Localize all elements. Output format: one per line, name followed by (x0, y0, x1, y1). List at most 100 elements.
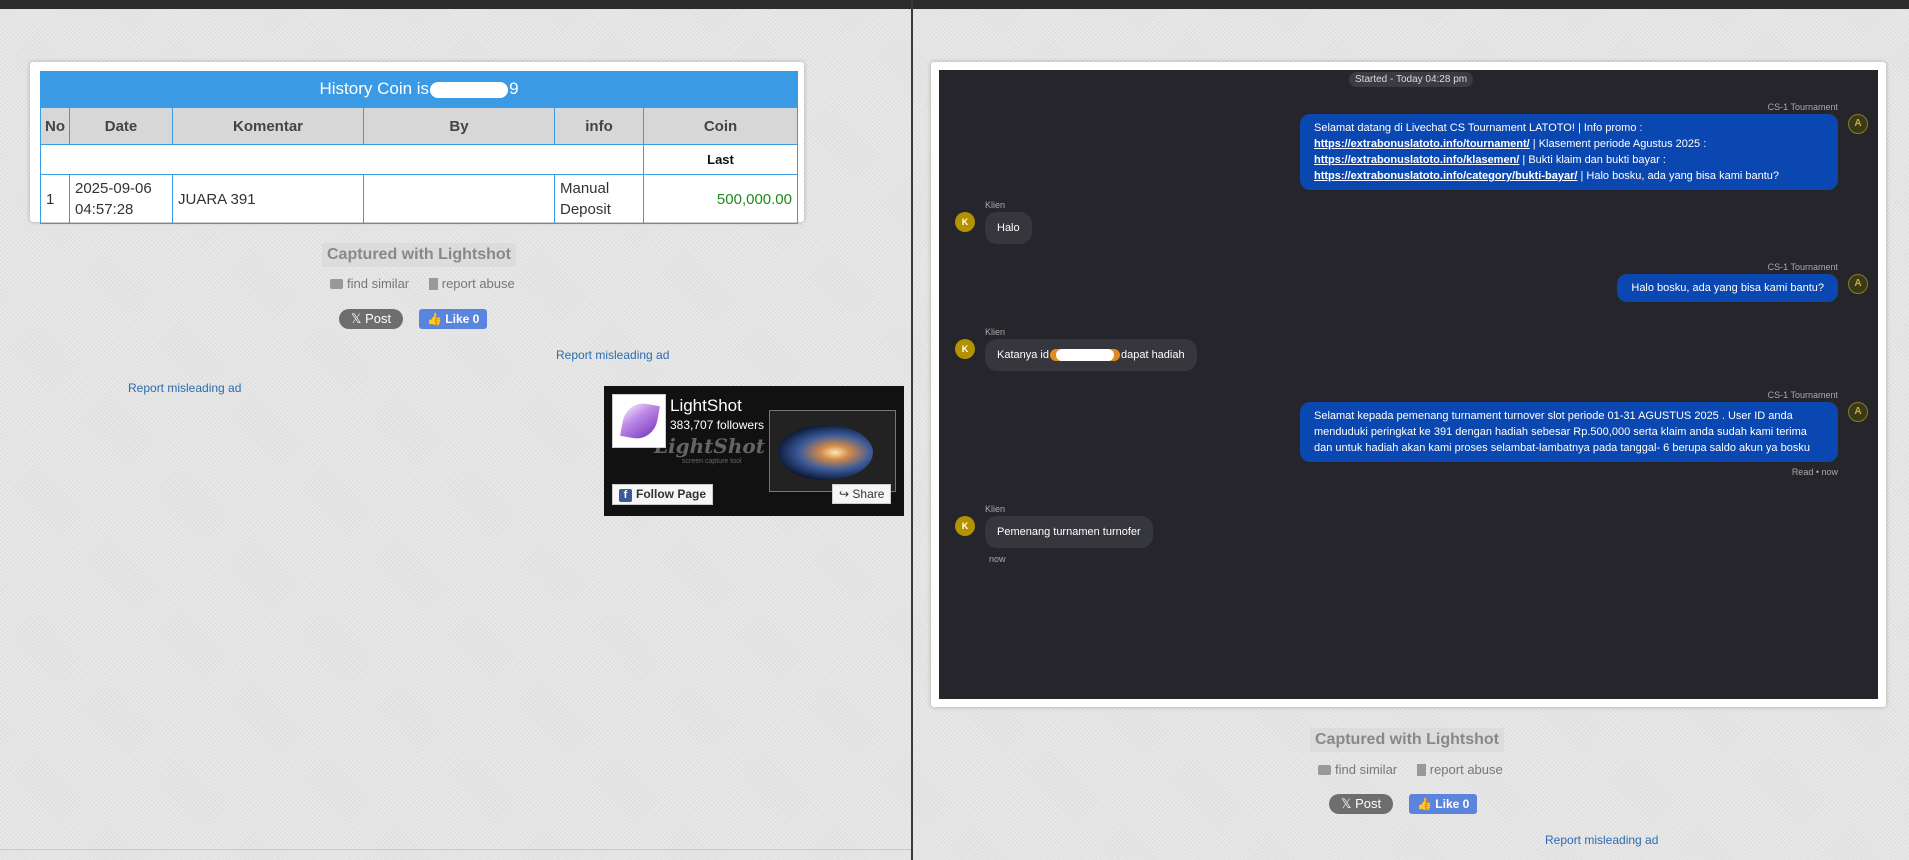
header-komentar: Komentar (172, 107, 364, 145)
agent-message: Selamat kepada pemenang turnament turnov… (1300, 402, 1838, 462)
client-message: Halo (985, 212, 1032, 244)
last-label: Last (643, 144, 798, 175)
header-info: info (554, 107, 644, 145)
chat-started: Started - Today 04:28 pm (1349, 72, 1474, 87)
post-label: Post (365, 311, 392, 326)
x-icon: 𝕏 (351, 311, 366, 326)
screenshot-right: Started - Today 04:28 pm CS-1 Tournament… (931, 62, 1886, 707)
message-time: now (989, 554, 1006, 564)
document-icon (428, 278, 438, 290)
fb-like-button[interactable]: 👍 Like 0 (419, 309, 488, 329)
pane-divider[interactable] (911, 0, 913, 860)
header-by: By (363, 107, 555, 145)
msg-text: Katanya id (997, 349, 1049, 361)
top-bar-right (913, 0, 1909, 9)
follow-page-label: Follow Page (636, 487, 707, 501)
agent-avatar: A (1848, 274, 1868, 294)
follow-page-button[interactable]: f Follow Page (612, 484, 714, 505)
find-similar-label: find similar (1335, 762, 1398, 777)
client-name: Klien (985, 327, 1006, 337)
table-row: 1 2025-09-06 04:57:28 JUARA 391 Manual D… (40, 174, 798, 224)
document-icon (1416, 764, 1426, 776)
camera-icon (330, 279, 343, 289)
msg-text: | Klasement periode Agustus 2025 : (1529, 138, 1707, 150)
agent-name: CS-1 Tournament (1767, 102, 1838, 112)
client-name: Klien (985, 200, 1006, 210)
last-row: Last (40, 144, 798, 175)
x-post-button[interactable]: 𝕏 Post (339, 309, 404, 329)
report-abuse-link[interactable]: report abuse (428, 276, 523, 291)
top-bar (0, 0, 911, 9)
share-icon: ↪ (839, 487, 853, 501)
galaxy-image (778, 425, 873, 480)
klasemen-link[interactable]: https://extrabonuslatoto.info/klasemen/ (1314, 154, 1519, 166)
bukti-bayar-link[interactable]: https://extrabonuslatoto.info/category/b… (1314, 170, 1577, 182)
find-similar-link[interactable]: find similar (330, 276, 417, 291)
find-similar-link[interactable]: find similar (1318, 762, 1405, 777)
like-label: Like 0 (1435, 797, 1470, 811)
report-abuse-label: report abuse (441, 276, 515, 291)
cell-by (363, 174, 555, 224)
action-links: find similar report abuse (1318, 762, 1519, 777)
report-ad-link[interactable]: Report misleading ad (128, 381, 241, 395)
client-message: Pemenang turnamen turnofer (985, 516, 1153, 548)
camera-icon (1318, 765, 1331, 775)
report-ad-link[interactable]: Report misleading ad (1545, 833, 1658, 847)
fb-like-button[interactable]: 👍 Like 0 (1409, 794, 1478, 814)
agent-avatar: A (1848, 114, 1868, 134)
fb-followers: 383,707 followers (670, 418, 765, 432)
agent-avatar: A (1848, 402, 1868, 422)
redaction (1055, 349, 1114, 362)
header-date: Date (69, 107, 173, 145)
bottom-line (0, 849, 911, 850)
history-table: No Date Komentar By info Coin Last 1 202… (40, 107, 798, 224)
fb-page-name[interactable]: LightShot (670, 396, 742, 416)
screenshot-left: History Coin is 9 No Date Komentar By inf… (30, 62, 804, 224)
client-message: Katanya id dapat hadiah (985, 339, 1197, 371)
action-links: find similar report abuse (330, 276, 531, 291)
captured-label: Captured with Lightshot (322, 243, 516, 267)
promo-link[interactable]: https://extrabonuslatoto.info/tournament… (1314, 138, 1530, 150)
cell-date: 2025-09-06 04:57:28 (69, 174, 173, 224)
chat-window: Started - Today 04:28 pm CS-1 Tournament… (939, 70, 1878, 699)
post-label: Post (1355, 796, 1382, 811)
fb-page-widget: LightShot 383,707 followers LightShot sc… (604, 386, 904, 516)
fb-watermark-sub: screen capture tool (682, 458, 742, 465)
like-label: Like 0 (445, 312, 480, 326)
msg-text: Selamat datang di Livechat CS Tournament… (1314, 122, 1643, 134)
captured-label: Captured with Lightshot (1310, 728, 1504, 752)
history-title: History Coin is 9 (40, 71, 798, 107)
report-ad-link[interactable]: Report misleading ad (556, 348, 669, 362)
history-title-prefix: History Coin is (319, 79, 430, 98)
client-avatar: K (955, 516, 975, 536)
history-title-suffix: 9 (509, 79, 519, 98)
x-post-button[interactable]: 𝕏 Post (1329, 794, 1394, 814)
client-avatar: K (955, 212, 975, 232)
facebook-icon: f (619, 489, 632, 502)
fb-watermark: LightShot (654, 434, 765, 458)
agent-name: CS-1 Tournament (1767, 390, 1838, 400)
msg-text: dapat hadiah (1120, 349, 1185, 361)
report-abuse-label: report abuse (1429, 762, 1503, 777)
agent-message: Selamat datang di Livechat CS Tournament… (1300, 114, 1838, 190)
client-avatar: K (955, 339, 975, 359)
header-coin: Coin (643, 107, 798, 145)
share-button[interactable]: ↪ Share (832, 484, 892, 504)
last-row-spacer (40, 144, 644, 175)
cell-info: Manual Deposit (554, 174, 644, 224)
thumbs-up-icon: 👍 (427, 312, 446, 326)
msg-text: | Bukti klaim dan bukti bayar : (1519, 154, 1666, 166)
agent-message: Halo bosku, ada yang bisa kami bantu? (1617, 274, 1838, 302)
redaction (430, 81, 509, 98)
client-name: Klien (985, 504, 1006, 514)
cell-komentar: JUARA 391 (172, 174, 364, 224)
agent-name: CS-1 Tournament (1767, 262, 1838, 272)
msg-text: | Halo bosku, ada yang bisa kami bantu? (1577, 170, 1780, 182)
find-similar-label: find similar (347, 276, 410, 291)
share-label: Share (852, 487, 885, 501)
report-abuse-link[interactable]: report abuse (1416, 762, 1511, 777)
header-no: No (40, 107, 70, 145)
read-status: Read • now (1791, 467, 1838, 477)
thumbs-up-icon: 👍 (1417, 797, 1436, 811)
x-icon: 𝕏 (1341, 796, 1356, 811)
